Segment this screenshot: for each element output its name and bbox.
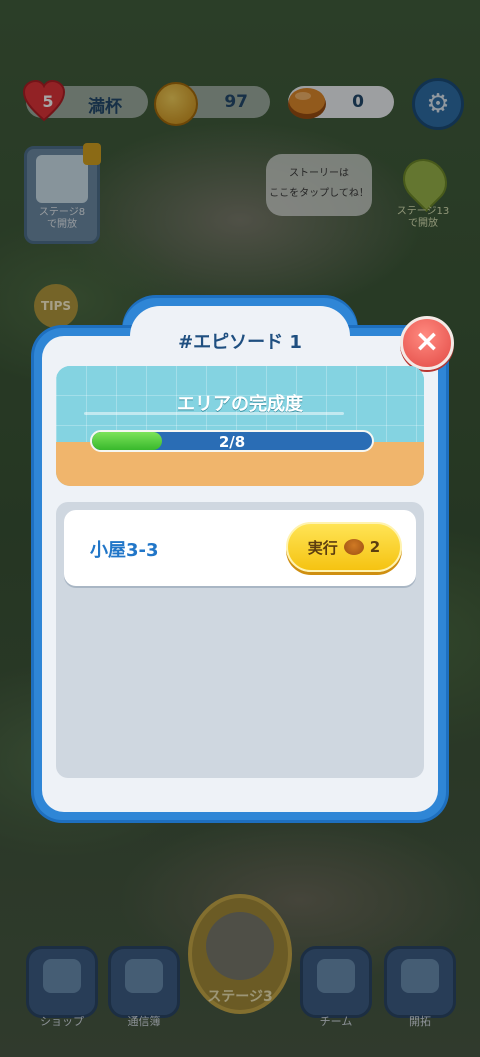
- area-completion-panel: エリアの完成度 2/8: [56, 366, 424, 486]
- close-button[interactable]: ×: [400, 316, 454, 370]
- completion-progress-bar: 2/8: [90, 430, 374, 452]
- execute-label: 実行: [307, 538, 338, 557]
- progress-text: 2/8: [218, 433, 246, 451]
- close-icon: ×: [414, 324, 440, 359]
- divider-line: [84, 412, 344, 415]
- dialog-title: #エピソード 1: [178, 332, 302, 353]
- episode-dialog: #エピソード 1 × エリアの完成度 2/8 小屋3-3 実行 2: [34, 298, 454, 820]
- task-list: 小屋3-3 実行 2: [56, 502, 424, 778]
- task-name: 小屋3-3: [90, 540, 159, 561]
- task-row: 小屋3-3 実行 2: [64, 510, 416, 586]
- execute-button[interactable]: 実行 2: [286, 522, 402, 572]
- execute-cost: 2: [369, 538, 381, 556]
- dorayaki-icon: [343, 539, 364, 555]
